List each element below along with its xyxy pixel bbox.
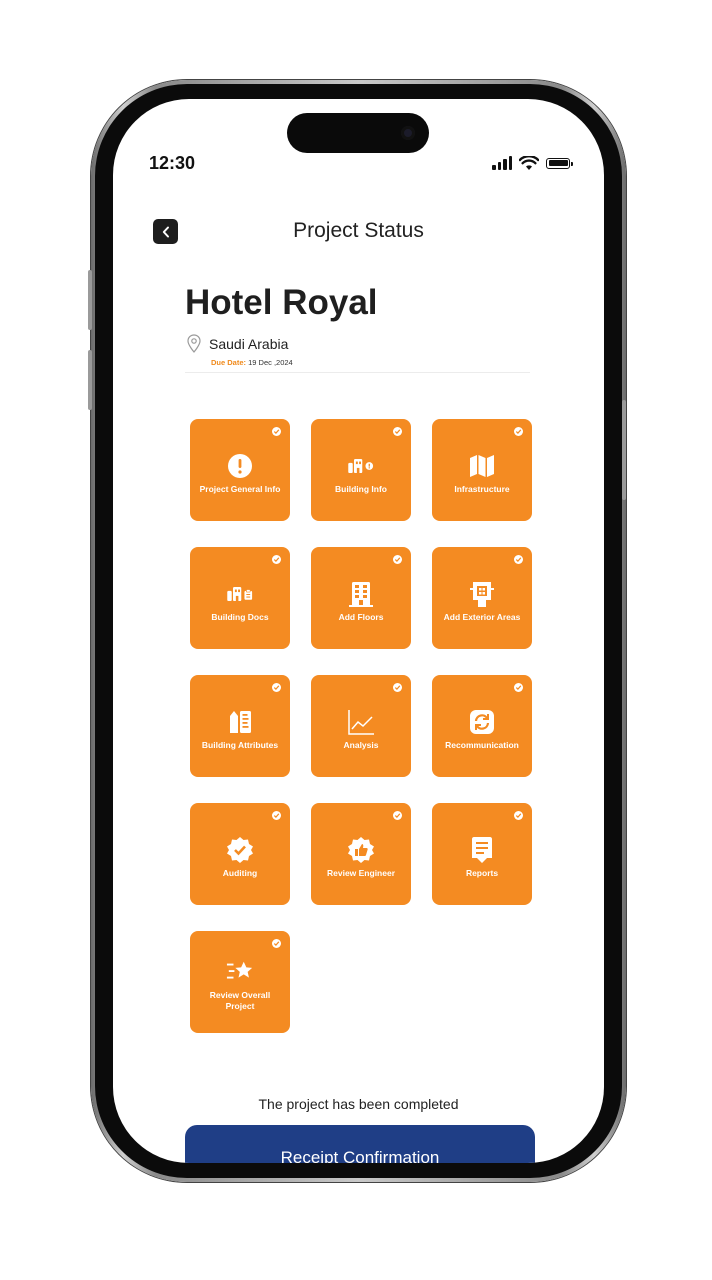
star-rating-icon <box>226 958 254 986</box>
tile-label: Recommunication <box>445 739 519 750</box>
floors-building-icon <box>347 580 375 608</box>
check-icon <box>393 555 402 564</box>
camera-icon <box>401 126 415 140</box>
status-icons <box>492 155 573 171</box>
side-button <box>622 400 626 500</box>
line-chart-icon <box>347 708 375 736</box>
receipt-confirmation-button[interactable]: Receipt Confirmation <box>185 1125 535 1163</box>
tile-label: Add Exterior Areas <box>443 611 521 622</box>
location-text: Saudi Arabia <box>209 335 289 352</box>
tile-label: Review Overall Project <box>209 990 271 1011</box>
report-icon <box>468 836 496 864</box>
battery-icon <box>546 157 573 169</box>
tile-label: Building Attributes <box>201 739 279 750</box>
check-icon <box>272 683 281 692</box>
signal-icon <box>492 156 512 170</box>
map-icon <box>468 452 496 480</box>
tile-add-exterior-areas[interactable]: Add Exterior Areas <box>432 547 532 649</box>
attributes-icon <box>226 708 254 736</box>
completion-message: The project has been completed <box>258 1096 459 1112</box>
due-date-label: Due Date: <box>211 358 247 367</box>
thumbs-up-badge-icon <box>347 836 375 864</box>
tile-label: Infrastructure <box>454 483 510 494</box>
dynamic-island <box>287 113 429 153</box>
check-icon <box>514 555 523 564</box>
info-circle-icon <box>226 452 254 480</box>
tile-infrastructure[interactable]: Infrastructure <box>432 419 532 521</box>
tile-label: Reports <box>465 867 499 878</box>
tile-analysis[interactable]: Analysis <box>311 675 411 777</box>
tile-building-attributes[interactable]: Building Attributes <box>190 675 290 777</box>
volume-button <box>88 270 92 330</box>
due-date: Due Date: 19 Dec ,2024 <box>211 358 293 367</box>
check-icon <box>272 939 281 948</box>
check-icon <box>514 811 523 820</box>
building-docs-icon <box>226 580 254 608</box>
buildings-info-icon <box>347 452 375 480</box>
volume-button <box>88 350 92 410</box>
refresh-icon <box>468 708 496 736</box>
app-screen: 12:30 Project Status Hotel Royal Saudi A… <box>113 99 604 1163</box>
tile-label: Building Info <box>335 483 387 494</box>
check-icon <box>393 811 402 820</box>
tile-label: Add Floors <box>338 611 384 622</box>
tile-label: Review Engineer <box>326 867 396 878</box>
tile-review-engineer[interactable]: Review Engineer <box>311 803 411 905</box>
check-icon <box>514 427 523 436</box>
page-title: Project Status <box>293 219 424 242</box>
tile-reports[interactable]: Reports <box>432 803 532 905</box>
tile-building-info[interactable]: Building Info <box>311 419 411 521</box>
project-name: Hotel Royal <box>185 283 378 322</box>
check-icon <box>272 811 281 820</box>
check-icon <box>272 427 281 436</box>
project-location: Saudi Arabia <box>187 334 288 353</box>
tile-label: Project General Info <box>199 483 281 494</box>
verified-badge-icon <box>226 836 254 864</box>
project-section-grid: Project General Info Building Info Infra… <box>190 419 532 1033</box>
wifi-icon <box>519 155 539 170</box>
tile-label: Building Docs <box>211 611 269 622</box>
tile-label: Auditing <box>222 867 258 878</box>
tile-review-overall-project[interactable]: Review Overall Project <box>190 931 290 1033</box>
check-icon <box>272 555 281 564</box>
check-icon <box>393 427 402 436</box>
tile-label: Analysis <box>343 739 379 750</box>
status-time: 12:30 <box>149 153 196 173</box>
check-icon <box>514 683 523 692</box>
divider <box>185 372 530 373</box>
tile-recommunication[interactable]: Recommunication <box>432 675 532 777</box>
check-icon <box>393 683 402 692</box>
tile-building-docs[interactable]: Building Docs <box>190 547 290 649</box>
exterior-building-icon <box>468 580 496 608</box>
location-pin-icon <box>187 334 201 353</box>
tile-project-general-info[interactable]: Project General Info <box>190 419 290 521</box>
tile-add-floors[interactable]: Add Floors <box>311 547 411 649</box>
tile-auditing[interactable]: Auditing <box>190 803 290 905</box>
due-date-value: 19 Dec ,2024 <box>248 358 293 367</box>
